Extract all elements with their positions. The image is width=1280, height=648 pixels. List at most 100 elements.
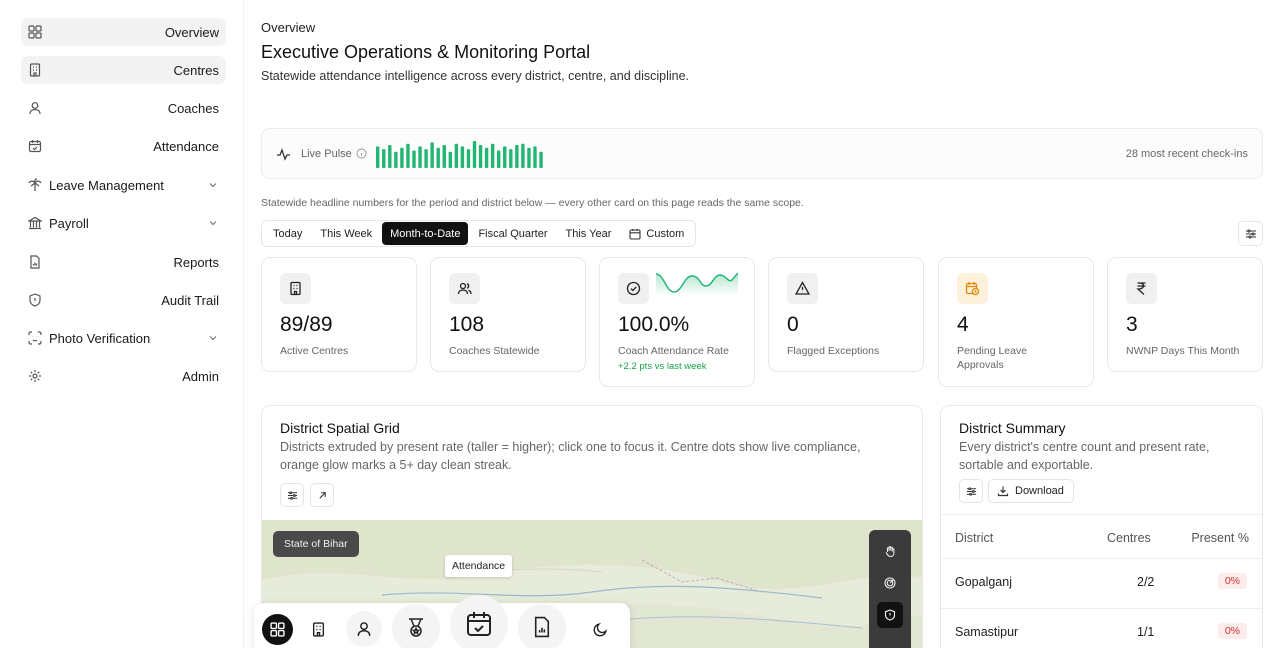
pulse-bar (515, 145, 519, 168)
kpi-label: Coach Attendance Rate (618, 345, 729, 357)
pulse-bar (430, 142, 434, 168)
landmark-icon (28, 216, 42, 230)
period-this-year[interactable]: This Year (558, 222, 620, 245)
map-tool-shield[interactable] (877, 602, 903, 628)
sidebar-item-centres[interactable]: Centres (21, 56, 226, 84)
pulse-bar (436, 147, 440, 168)
hand-icon (885, 546, 895, 557)
sidebar-item-coaches[interactable]: Coaches (21, 94, 226, 122)
pulse-bar (533, 146, 537, 168)
card-description: Districts extruded by present rate (tall… (280, 440, 861, 472)
kpi-badge (618, 273, 649, 304)
table-row[interactable]: Samastipur 1/1 0% (941, 609, 1262, 648)
radar-icon (884, 577, 896, 589)
pulse-bar (442, 145, 446, 168)
kpi-coach-attendance-rate[interactable]: 100.0% Coach Attendance Rate +2.2 pts vs… (599, 257, 755, 387)
pulse-bar (490, 143, 495, 168)
table-row[interactable]: Gopalganj 2/2 0% (941, 559, 1262, 609)
sidebar-item-label: Photo Verification (49, 330, 151, 346)
period-today[interactable]: Today (265, 222, 310, 245)
chevron-down-icon (209, 183, 217, 188)
kpi-value: 0 (787, 313, 799, 336)
column-district[interactable]: District (955, 531, 993, 545)
dock-awards-button[interactable] (392, 604, 440, 648)
cell-district: Samastipur (955, 625, 1019, 639)
live-pulse-label: Live Pulse (301, 148, 352, 160)
sidebar-item-label: Centres (173, 62, 219, 78)
period-month-to-date[interactable]: Month-to-Date (382, 222, 469, 245)
summary-table-header: District Centres Present % (941, 514, 1262, 559)
dock-reports-button[interactable] (518, 604, 566, 648)
period-fiscal-quarter[interactable]: Fiscal Quarter (470, 222, 555, 245)
kpi-badge (787, 273, 818, 304)
sliders-icon (1246, 229, 1256, 239)
kpi-pending-leave-approvals[interactable]: 4 Pending Leave Approvals (938, 257, 1094, 387)
dock-coaches-button[interactable] (346, 611, 382, 647)
info-icon[interactable] (356, 148, 367, 159)
sidebar-item-leave-management[interactable]: Leave Management (21, 171, 226, 199)
cell-centres: 2/2 (1137, 575, 1155, 589)
dock-theme-toggle[interactable] (585, 614, 616, 645)
kpi-label: Coaches Statewide (449, 345, 540, 357)
card-title: District Spatial Grid (280, 420, 400, 436)
map-tool-radar[interactable] (877, 570, 903, 596)
sliders-icon (287, 491, 298, 500)
column-centres[interactable]: Centres (1107, 531, 1151, 545)
sidebar-item-overview[interactable]: Overview (21, 18, 226, 46)
sidebar-item-label: Leave Management (49, 177, 164, 193)
pulse-bar (418, 146, 422, 168)
shield-icon (29, 293, 41, 307)
kpi-value: 4 (957, 313, 969, 336)
pulse-bar (394, 151, 398, 168)
user-icon (357, 622, 371, 636)
grid-expand-button[interactable] (310, 483, 334, 507)
dock-centres-button[interactable] (303, 614, 334, 645)
sidebar-item-photo-verification[interactable]: Photo Verification (21, 324, 226, 352)
pulse-bar (484, 147, 489, 168)
kpi-nwnp-days[interactable]: 3 NWNP Days This Month (1107, 257, 1263, 372)
kpi-label: Pending Leave Approvals (957, 345, 1028, 371)
building-icon (29, 63, 41, 77)
sidebar-item-reports[interactable]: Reports (21, 248, 226, 276)
palm-tree-icon (28, 178, 42, 191)
pulse-bar (478, 145, 483, 168)
map-tool-pan[interactable] (877, 538, 903, 564)
dock-attendance-button[interactable] (450, 595, 508, 648)
live-pulse-bar: Live Pulse 28 most recent check-ins (261, 128, 1263, 179)
kpi-flagged-exceptions[interactable]: 0 Flagged Exceptions (768, 257, 924, 372)
period-this-week[interactable]: This Week (312, 222, 380, 245)
column-present[interactable]: Present % (1191, 531, 1249, 545)
kpi-delta: +2.2 pts vs last week (618, 361, 707, 372)
file-chart-icon (534, 616, 550, 638)
sidebar-item-audit-trail[interactable]: Audit Trail (21, 286, 226, 314)
summary-settings-button[interactable] (959, 479, 983, 503)
sidebar-item-admin[interactable]: Admin (21, 362, 226, 390)
period-custom[interactable]: Custom (621, 222, 692, 245)
map-tooltip: Attendance (445, 555, 513, 577)
sidebar-item-label: Reports (173, 254, 219, 270)
grid-icon (28, 25, 42, 39)
pulse-bar (412, 150, 416, 168)
map-region-pill[interactable]: State of Bihar (273, 531, 359, 557)
kpi-active-centres[interactable]: 89/89 Active Centres (261, 257, 417, 372)
pulse-bar (503, 146, 507, 168)
pulse-sparkbars (376, 141, 543, 168)
pulse-bar (497, 150, 501, 168)
sidebar-item-label: Overview (164, 24, 219, 40)
download-button[interactable]: Download (988, 479, 1074, 503)
kpi-badge (280, 273, 311, 304)
filter-settings-button[interactable] (1238, 221, 1263, 246)
period-selector: Today This Week Month-to-Date Fiscal Qua… (261, 220, 697, 247)
kpi-coaches-statewide[interactable]: 108 Coaches Statewide (430, 257, 586, 372)
pulse-bar (454, 143, 459, 168)
sidebar-item-attendance[interactable]: Attendance (21, 132, 226, 160)
check-circle-icon (626, 281, 641, 296)
chevron-down-icon (209, 221, 217, 226)
sidebar-item-payroll[interactable]: Payroll (21, 209, 226, 237)
cell-centres: 1/1 (1137, 625, 1155, 639)
chevron-down-icon (209, 336, 217, 341)
gear-icon (29, 370, 41, 382)
dock-overview-button[interactable] (262, 614, 293, 645)
grid-settings-button[interactable] (280, 483, 304, 507)
pulse-bar (376, 146, 380, 168)
